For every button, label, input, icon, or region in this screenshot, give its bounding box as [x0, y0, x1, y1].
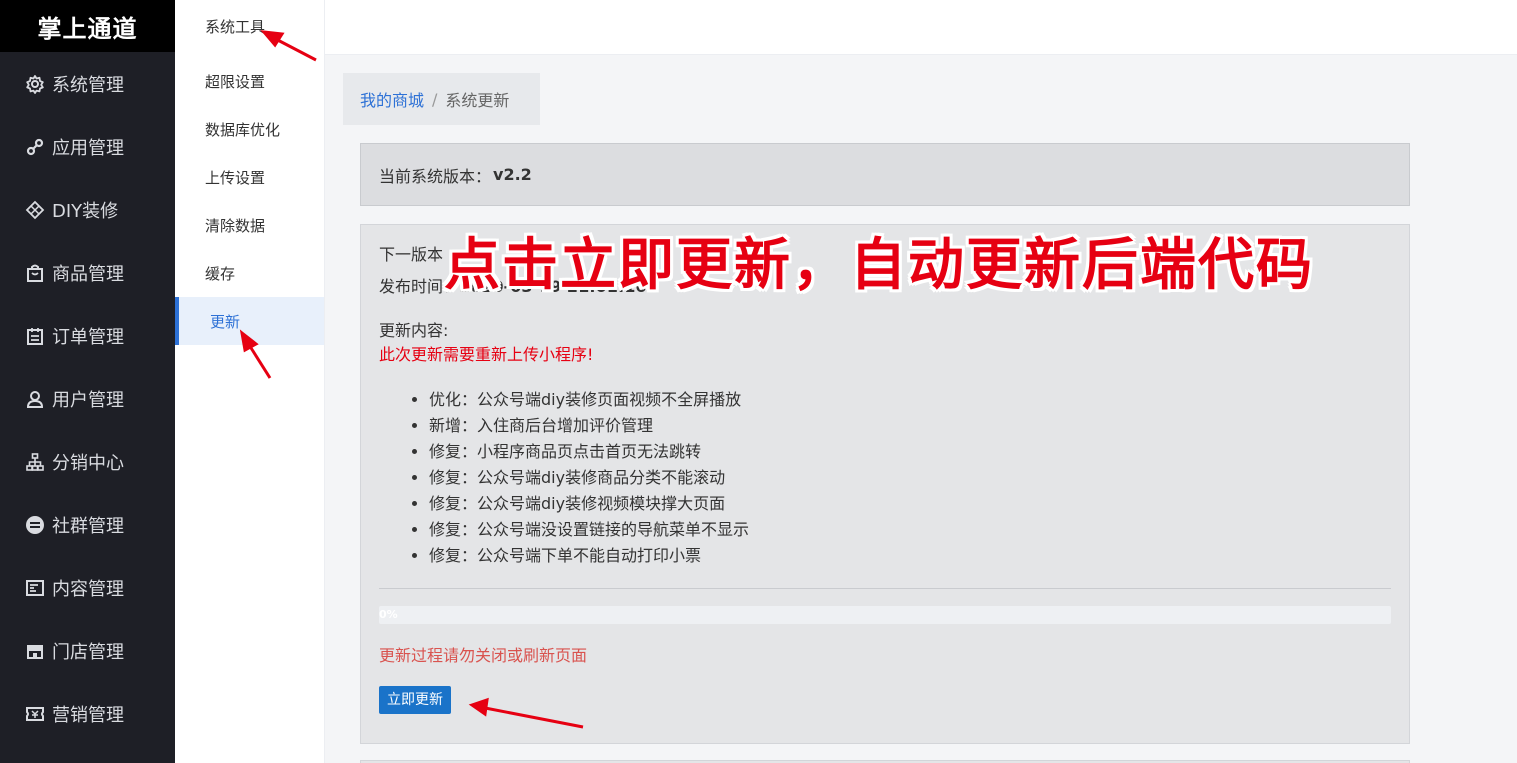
update-content-label: 更新内容: [379, 321, 449, 340]
breadcrumb-separator: / [432, 89, 438, 109]
version-label: 当前系统版本： [379, 166, 492, 186]
sidebar-item-label: 分销中心 [52, 452, 124, 474]
list-item: 新增：入住商后台增加评价管理 [429, 413, 1391, 439]
divider [379, 588, 1391, 589]
version-value: v2.2 [493, 165, 532, 184]
sidebar-item-community[interactable]: 社群管理 [0, 493, 175, 556]
sidebar-item-content[interactable]: 内容管理 [0, 556, 175, 619]
ticket-icon [24, 703, 46, 725]
diamond-icon [24, 199, 46, 221]
list-item: 优化：公众号端diy装修页面视频不全屏播放 [429, 387, 1391, 413]
link-icon [24, 136, 46, 158]
sidebar-item-diy[interactable]: DIY装修 [0, 178, 175, 241]
submenu-title: 系统工具 [205, 17, 266, 36]
logo: 掌上通道 [0, 0, 175, 52]
update-now-button[interactable]: 立即更新 [379, 686, 451, 714]
submenu-item-update[interactable]: 更新 [175, 297, 324, 345]
reupload-notice: 此次更新需要重新上传小程序! [379, 345, 594, 364]
sidebar-item-label: 社群管理 [52, 515, 124, 537]
sidebar-item-label: DIY装修 [52, 200, 119, 222]
user-icon [24, 388, 46, 410]
sidebar-item-distribution[interactable]: 分销中心 [0, 430, 175, 493]
sidebar-item-label: 应用管理 [52, 137, 124, 159]
breadcrumb: 我的商城 / 系统更新 [343, 73, 540, 125]
sidebar-item-label: 订单管理 [52, 326, 124, 348]
calendar-icon [24, 325, 46, 347]
main-content: 我的商城 / 系统更新 当前系统版本： v2.2 下一版本 发布时间：2020-… [325, 55, 1517, 763]
sidebar-item-label: 门店管理 [52, 641, 124, 663]
submenu-item-cache[interactable]: 缓存 [175, 249, 324, 297]
update-progress-bar: 0% [379, 606, 1391, 624]
submenu-item-limit-settings[interactable]: 超限设置 [175, 57, 324, 105]
change-list: 优化：公众号端diy装修页面视频不全屏播放 新增：入住商后台增加评价管理 修复：… [379, 387, 1391, 569]
submenu-item-clear-data[interactable]: 清除数据 [175, 201, 324, 249]
update-warning: 更新过程请勿关闭或刷新页面 [379, 646, 588, 665]
sidebar-item-users[interactable]: 用户管理 [0, 367, 175, 430]
sidebar-item-label: 商品管理 [52, 263, 124, 285]
annotation-text: 点击立即更新，自动更新后端代码 [444, 233, 1314, 298]
sidebar-item-label: 营销管理 [52, 704, 124, 726]
sidebar-item-system[interactable]: 系统管理 [0, 52, 175, 115]
hierarchy-icon [24, 451, 46, 473]
main-sidebar: 掌上通道 系统管理 应用管理 DIY装修 商品管理 订单管理 用户管理 分销中心… [0, 0, 175, 763]
secondary-menu: 系统工具 超限设置 数据库优化 上传设置 清除数据 缓存 更新 [175, 0, 325, 763]
list-item: 修复：公众号端diy装修商品分类不能滚动 [429, 465, 1391, 491]
sidebar-item-label: 系统管理 [52, 74, 124, 96]
sidebar-item-label: 用户管理 [52, 389, 124, 411]
breadcrumb-link-shop[interactable]: 我的商城 [360, 87, 424, 111]
sidebar-item-stores[interactable]: 门店管理 [0, 619, 175, 682]
submenu-item-upload-settings[interactable]: 上传设置 [175, 153, 324, 201]
sidebar-item-label: 内容管理 [52, 578, 124, 600]
sidebar-item-orders[interactable]: 订单管理 [0, 304, 175, 367]
list-item: 修复：公众号端下单不能自动打印小票 [429, 543, 1391, 569]
top-bar [325, 0, 1517, 55]
sidebar-item-apps[interactable]: 应用管理 [0, 115, 175, 178]
shopping-bag-icon [24, 262, 46, 284]
list-item: 修复：小程序商品页点击首页无法跳转 [429, 439, 1391, 465]
document-icon [24, 577, 46, 599]
submenu-item-db-optimize[interactable]: 数据库优化 [175, 105, 324, 153]
store-icon [24, 640, 46, 662]
list-item: 修复：公众号端没设置链接的导航菜单不显示 [429, 517, 1391, 543]
sidebar-item-marketing[interactable]: 营销管理 [0, 682, 175, 745]
circle-minus-icon [24, 514, 46, 536]
gear-icon [24, 73, 46, 95]
list-item: 修复：公众号端diy装修视频模块撑大页面 [429, 491, 1391, 517]
current-version-panel: 当前系统版本： v2.2 [360, 143, 1410, 206]
progress-text: 0% [379, 608, 398, 621]
next-version-label: 下一版本 [379, 245, 444, 264]
sidebar-item-goods[interactable]: 商品管理 [0, 241, 175, 304]
update-panel: 下一版本 发布时间：2020-03-19 21:01:16 更新内容: 此次更新… [360, 224, 1410, 744]
breadcrumb-current: 系统更新 [445, 91, 510, 110]
